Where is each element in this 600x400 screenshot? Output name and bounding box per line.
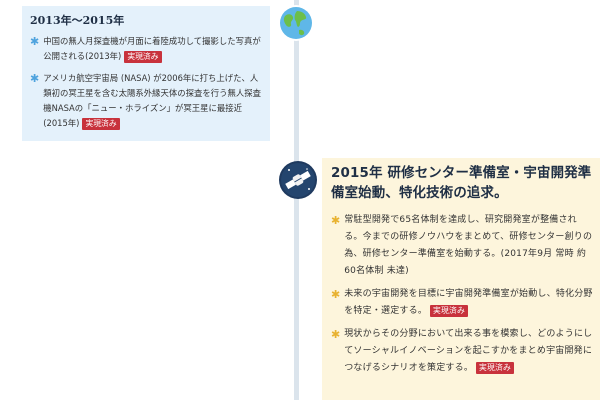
sparkle-bullet-icon: ✱ bbox=[331, 328, 341, 341]
item-text: 常駐型開発で65名体制を達成し、研究開発室が整備される。今までの研修ノウハウをま… bbox=[344, 215, 593, 276]
globe-icon bbox=[277, 4, 315, 42]
item-text: 現状からその分野において出来る事を模索し、どのようにしてソーシャルイノベーション… bbox=[344, 329, 593, 373]
item-text: アメリカ航空宇宙局 (NASA) が2006年に打ち上げた、人類初の冥王星を含む… bbox=[43, 73, 261, 128]
timeline-entry-2013-2015: 2013年～2015年 ✱ 中国の無人月探査機が月面に着陸成功して撮影した写真が… bbox=[22, 6, 270, 141]
sparkle-bullet-icon: ✱ bbox=[331, 288, 341, 301]
list-item: ✱ 常駐型開発で65名体制を達成し、研究開発室が整備される。今までの研修ノウハウ… bbox=[331, 212, 594, 280]
sparkle-bullet-icon: ✱ bbox=[331, 214, 341, 227]
period-title: 2013年～2015年 bbox=[30, 14, 125, 27]
entry-heading: 2015年 研修センター準備室・宇宙開発準備室始動、特化技術の追求。 bbox=[331, 166, 592, 201]
list-item: ✱ 現状からその分野において出来る事を模索し、どのようにしてソーシャルイノベーシ… bbox=[331, 326, 594, 377]
list-item: ✱ アメリカ航空宇宙局 (NASA) が2006年に打ち上げた、人類初の冥王星を… bbox=[30, 71, 262, 131]
timeline-entry-2015: 2015年 研修センター準備室・宇宙開発準備室始動、特化技術の追求。 ✱ 常駐型… bbox=[322, 158, 600, 400]
sparkle-bullet-icon: ✱ bbox=[30, 35, 40, 48]
sparkle-bullet-icon: ✱ bbox=[30, 72, 40, 85]
list-item: ✱ 中国の無人月探査機が月面に着陸成功して撮影した写真が公開される(2013年)… bbox=[30, 34, 262, 64]
status-badge: 実現済み bbox=[430, 304, 469, 317]
status-badge: 実現済み bbox=[124, 50, 162, 63]
list-item: ✱ 未来の宇宙開発を目標に宇宙開発準備室が始動し、特化分野を特定・選定する。 実現… bbox=[331, 286, 594, 320]
item-text: 未来の宇宙開発を目標に宇宙開発準備室が始動し、特化分野を特定・選定する。 bbox=[344, 289, 593, 316]
status-badge: 実現済み bbox=[82, 117, 120, 130]
status-badge: 実現済み bbox=[476, 361, 515, 374]
satellite-icon bbox=[278, 160, 318, 200]
